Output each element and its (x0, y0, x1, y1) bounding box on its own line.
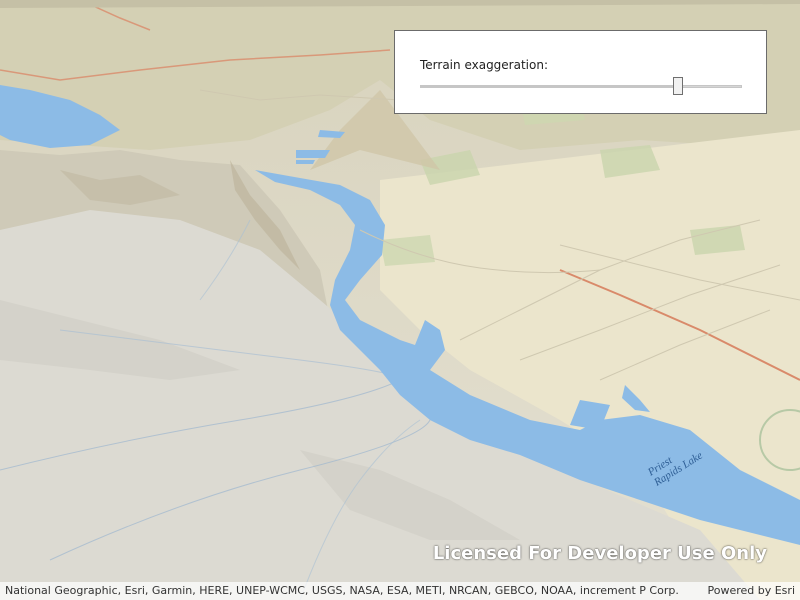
terrain-exaggeration-panel: Terrain exaggeration: (394, 30, 767, 114)
attribution-bar: National Geographic, Esri, Garmin, HERE,… (0, 582, 800, 600)
powered-by-esri[interactable]: Powered by Esri (707, 584, 795, 597)
developer-license-watermark: Licensed For Developer Use Only (432, 543, 767, 564)
slider-fill (421, 85, 682, 88)
terrain-exaggeration-label: Terrain exaggeration: (420, 58, 548, 72)
terrain-exaggeration-slider-thumb[interactable] (672, 77, 683, 95)
attribution-text: National Geographic, Esri, Garmin, HERE,… (5, 584, 679, 597)
terrain-exaggeration-slider-track[interactable] (420, 85, 742, 88)
